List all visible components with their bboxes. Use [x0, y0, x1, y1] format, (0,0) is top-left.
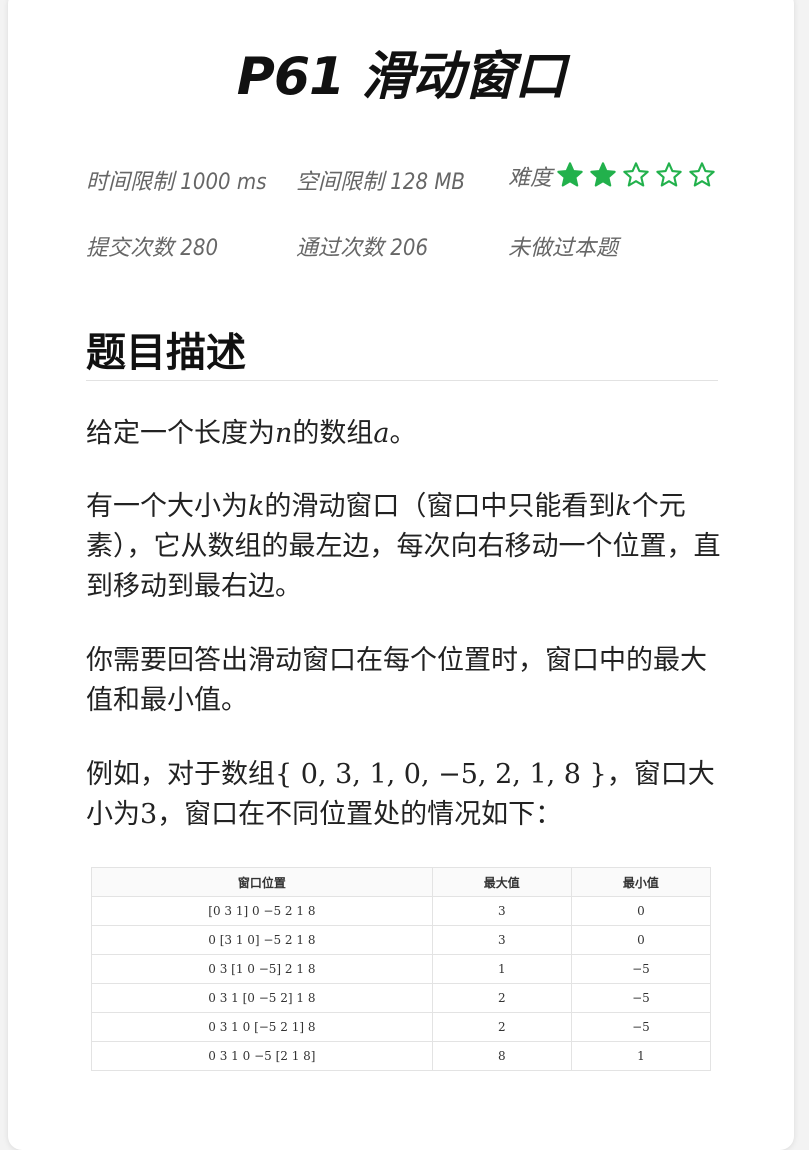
math-n: n [275, 418, 293, 449]
column-header-min: 最小值 [570, 867, 712, 897]
star-filled-icon [590, 162, 616, 187]
table-row: 0 3 1 0 −5 [2 1 8] 8 1 [91, 1041, 712, 1071]
min-value-cell: 1 [570, 1041, 712, 1071]
min-value-cell: −5 [570, 954, 712, 984]
window-position-cell: 0 3 [1 0 −5] 2 1 8 [91, 954, 433, 984]
table-row: 0 3 1 [0 −5 2] 1 8 2 −5 [91, 983, 712, 1013]
math-window-size: 3 [140, 799, 158, 830]
description-paragraph-4: 例如，对于数组{ 0, 3, 1, 0, −5, 2, 1, 8 }，窗口大小为… [86, 759, 715, 830]
window-position-cell: [0 3 1] 0 −5 2 1 8 [91, 896, 433, 926]
window-position-cell: 0 3 1 0 [−5 2 1] 8 [91, 1012, 433, 1042]
star-outline-icon [623, 162, 649, 187]
table-row: 0 [3 1 0] −5 2 1 830 [91, 925, 712, 955]
description-paragraph-3: 你需要回答出滑动窗口在每个位置时，窗口中的最大值和最小值。 [86, 645, 707, 716]
description-paragraph-2: 有一个大小为k的滑动窗口（窗口中只能看到k个元素），它从数组的最左边，每次向右移… [86, 491, 721, 602]
solve-status: 未做过本题 [508, 236, 619, 261]
math-a: a [373, 418, 390, 449]
window-table: 窗口位置 最大值 最小值 [0 3 1] 0 −5 2 1 830 0 [3 1… [91, 867, 712, 1071]
min-value-cell: 0 [570, 925, 712, 955]
min-value-cell: −5 [570, 983, 712, 1013]
page-title: P61 滑动窗口 [236, 47, 567, 107]
window-position-cell: 0 3 1 [0 −5 2] 1 8 [91, 983, 433, 1013]
time-limit: 时间限制 1000 ms [86, 170, 267, 195]
star-outline-icon [656, 162, 682, 187]
problem-card: P61 滑动窗口 时间限制 1000 ms 空间限制 128 MB 难度 提交次… [8, 0, 794, 1150]
max-value-cell: 3 [431, 896, 572, 926]
divider [86, 380, 718, 381]
max-value-cell: 2 [431, 1012, 572, 1042]
column-header-window: 窗口位置 [91, 867, 433, 897]
table-row: [0 3 1] 0 −5 2 1 830 [91, 896, 712, 926]
column-header-max: 最大值 [431, 867, 572, 897]
difficulty: 难度 [508, 160, 721, 195]
math-array: { 0, 3, 1, 0, −5, 2, 1, 8 } [275, 759, 607, 790]
max-value-cell: 3 [431, 925, 572, 955]
star-filled-icon [557, 162, 583, 187]
math-k: k [248, 491, 265, 522]
description-paragraph-1: 给定一个长度为n的数组a。 [86, 418, 417, 449]
window-position-cell: 0 3 1 0 −5 [2 1 8] [91, 1041, 433, 1071]
min-value-cell: −5 [570, 1012, 712, 1042]
math-k: k [615, 491, 632, 522]
star-outline-icon [689, 162, 715, 187]
max-value-cell: 1 [431, 954, 572, 984]
window-position-cell: 0 [3 1 0] −5 2 1 8 [91, 925, 433, 955]
table-header-row: 窗口位置 最大值 最小值 [91, 867, 712, 897]
difficulty-label: 难度 [508, 166, 553, 191]
max-value-cell: 8 [431, 1041, 572, 1071]
accepted-count: 通过次数 206 [296, 236, 429, 261]
difficulty-stars [556, 161, 721, 195]
table-row: 0 3 1 0 [−5 2 1] 8 2 −5 [91, 1012, 712, 1042]
min-value-cell: 0 [570, 896, 712, 926]
section-heading: 题目描述 [86, 330, 246, 376]
table-row: 0 3 [1 0 −5] 2 1 8 1 −5 [91, 954, 712, 984]
memory-limit: 空间限制 128 MB [296, 170, 465, 195]
submission-count: 提交次数 280 [86, 236, 219, 261]
max-value-cell: 2 [431, 983, 572, 1013]
